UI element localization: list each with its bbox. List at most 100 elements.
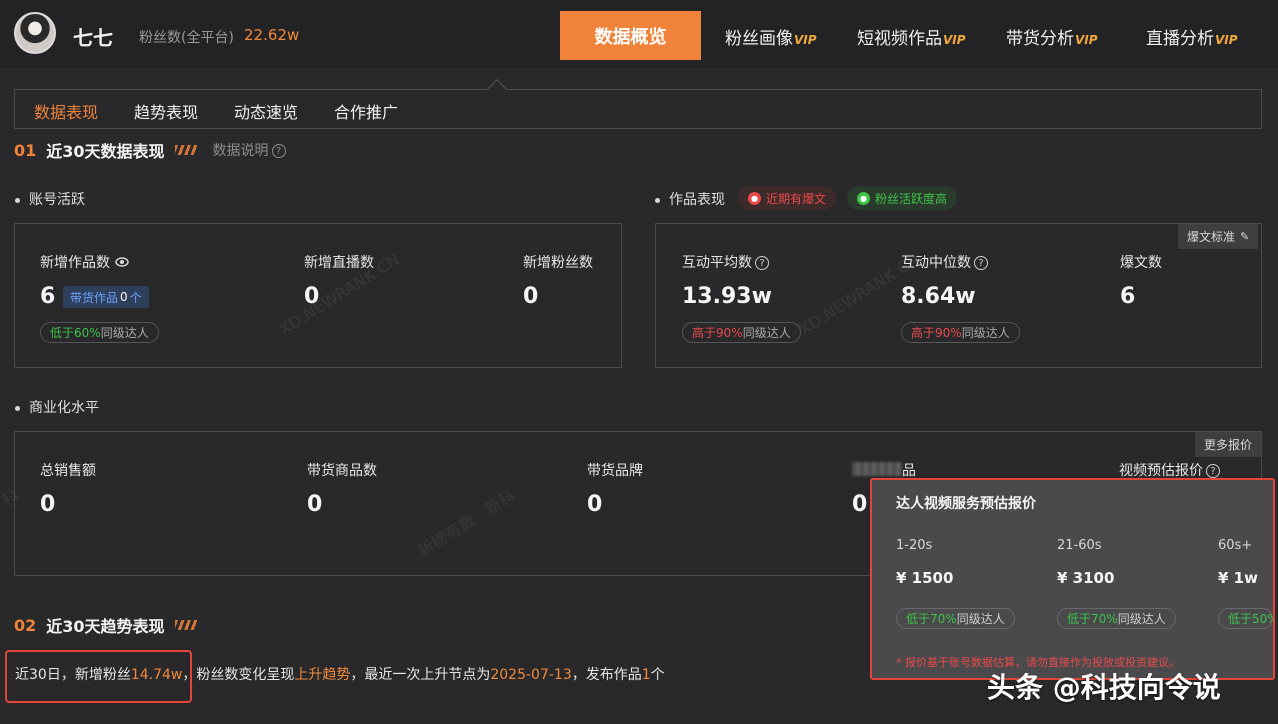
data-help-link[interactable]: 数据说明? [213,140,286,160]
badge-value: 0 [120,290,128,304]
metric-brand-label: 带货品牌 [587,463,643,479]
pill-rest: 同级达人 [961,326,1010,340]
metric-brand-value: 0 [587,492,603,517]
nav-label: 直播分析 [1146,29,1214,49]
tier-price: ¥ 1w [1218,569,1258,587]
works-performance-title: 作品表现 [655,189,725,209]
highlight-box [5,650,192,703]
metric-product-count-value: 0 [307,492,323,517]
peer-compare-pill: 高于90% 同级达人 [682,322,801,343]
metric-label: 互动平均数 [682,255,752,271]
section1-header: 01 近30天数据表现 数据说明? [14,138,286,162]
question-icon: ? [271,144,286,158]
account-activity-title: 账号活跃 [15,189,85,209]
summary-text: ，粉丝数变化呈现 [182,667,295,683]
metric-label: 视频预估报价 [1119,463,1203,479]
fans-value: 22.62w [244,26,300,44]
metric-goods-label: 品 [902,463,916,479]
tab-trend-performance[interactable]: 趋势表现 [134,99,198,123]
summary-text: ，发布作品 [571,667,642,683]
metric-avg-interaction-label: 互动平均数? [682,252,769,272]
vip-badge: VIP [1075,33,1098,47]
summary-count: 1 [641,667,651,683]
metric-new-works-label: 新增作品数 [40,252,129,272]
tier-price: ¥ 1500 [896,569,954,587]
popover-title: 达人视频服务预估报价 [896,496,1036,512]
pill-low: 低于50% [1228,612,1273,626]
metric-median-interaction-value: 8.64w [901,284,976,309]
eye-icon[interactable] [115,257,129,267]
fans-label: 粉丝数(全平台) [139,30,234,46]
user-icon: ● [857,191,870,205]
tab-cooperation[interactable]: 合作推广 [334,99,398,123]
avatar[interactable] [14,12,56,54]
vip-badge: VIP [1215,33,1238,47]
question-icon[interactable]: ? [755,256,769,270]
summary-text: 个 [650,667,665,683]
help-label: 数据说明 [212,143,269,159]
peer-compare-pill: 低于60% 同级达人 [40,322,159,343]
nav-commerce-analysis[interactable]: 带货分析VIP [1006,24,1098,49]
pill-low: 低于70% [1067,612,1118,626]
button-label: 更多报价 [1204,438,1253,452]
summary-text: ，最近一次上升节点为 [350,667,491,683]
tag-fans-active[interactable]: ● 粉丝活跃度高 [847,186,958,210]
nav-live-analysis[interactable]: 直播分析VIP [1146,24,1238,49]
more-quotes-button[interactable]: 更多报价 [1195,432,1262,457]
overlay-credit: 头条 @科技向令说 [987,671,1221,704]
pill-rest: 同级达人 [956,612,1005,626]
metric-goods-value: 0 [852,492,868,517]
pill-low: 低于60% [50,326,101,340]
subtab-bar [14,89,1262,129]
tier-duration: 21-60s [1057,538,1102,553]
metric-product-count-label: 带货商品数 [307,463,377,479]
pill-rest: 同级达人 [100,326,149,340]
nav-label: 带货分析 [1006,29,1074,49]
commerce-works-badge[interactable]: 带货作品 0 个 [63,286,149,308]
summary-trend: 上升趋势 [294,667,351,683]
nav-fans-portrait[interactable]: 粉丝画像VIP [725,24,817,49]
tab-data-performance[interactable]: 数据表现 [34,99,98,123]
metric-video-quote-label[interactable]: 视频预估报价? [1119,460,1220,480]
commerce-level-title: 商业化水平 [15,397,99,417]
metric-total-sales-label: 总销售额 [40,463,96,479]
tab-dynamic-overview[interactable]: 动态速览 [234,99,298,123]
metric-viral-count-label: 爆文数 [1120,255,1162,271]
tag-label: 粉丝活跃度高 [875,191,948,206]
button-label: 爆文标准 [1187,230,1236,244]
tag-recent-hot[interactable]: ● 近期有爆文 [738,186,837,210]
metric-viral-count-value: 6 [1120,284,1136,309]
summary-date: 2025-07-13 [490,667,572,683]
metric-avg-interaction-value: 13.93w [682,284,772,309]
nav-data-overview[interactable]: 数据概览 [560,11,701,60]
vip-badge: VIP [943,33,966,47]
badge-prefix: 带货作品 [70,290,119,305]
tier-price: ¥ 3100 [1057,569,1115,587]
nav-label: 短视频作品 [857,29,942,49]
nav-label: 数据概览 [594,26,667,48]
metric-label: 新增作品数 [40,255,110,271]
stripes-icon [174,145,197,155]
pill-high: 高于90% [692,326,743,340]
flame-icon: ● [748,191,761,205]
subtab-divider [14,128,1262,129]
metric-new-fans-label: 新增粉丝数 [523,255,593,271]
username: 七七 [73,26,113,50]
question-icon: ? [1206,464,1220,478]
metric-new-fans-value: 0 [523,284,539,309]
nav-short-video[interactable]: 短视频作品VIP [857,24,966,49]
viral-standard-button[interactable]: 爆文标准 ✎ [1178,224,1259,249]
vip-badge: VIP [794,33,817,47]
tier-compare-clip: 低于50% [1218,608,1273,630]
pill-low: 低于70% [906,612,957,626]
metric-total-sales-value: 0 [40,492,56,517]
tier-compare-pill: 低于70% 同级达人 [1057,608,1176,629]
nav-label: 粉丝画像 [725,29,793,49]
video-quote-popover: 达人视频服务预估报价 1-20s ¥ 1500 低于70% 同级达人 21-60s… [870,478,1275,680]
pill-high: 高于90% [911,326,962,340]
pill-rest: 同级达人 [1117,612,1166,626]
question-icon[interactable]: ? [974,256,988,270]
tag-label: 近期有爆文 [766,191,827,206]
tier-compare-pill: 低于70% 同级达人 [896,608,1015,629]
blurred-label [852,462,902,476]
